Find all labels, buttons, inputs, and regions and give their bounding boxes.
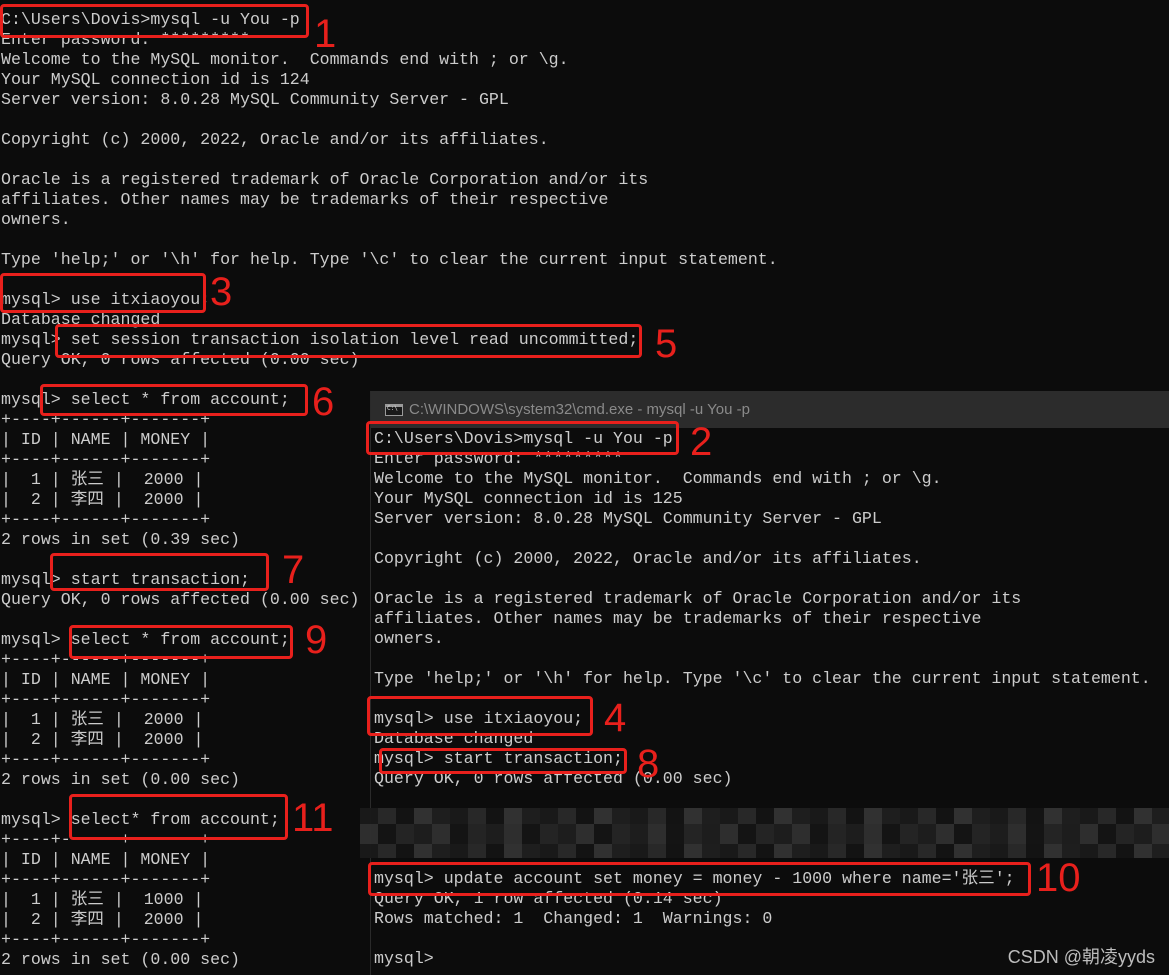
annotation-box-8 [379,748,627,774]
step-label-1: 1 [314,12,337,56]
console-line: Type 'help;' or '\h' for help. Type '\c'… [374,669,1151,688]
step-label-9: 9 [305,618,328,662]
console-line: Oracle is a registered trademark of Orac… [374,589,1022,608]
annotation-box-2 [366,421,679,455]
step-label-11: 11 [292,796,334,840]
redacted-region [360,808,1169,858]
console-line: Server version: 8.0.28 MySQL Community S… [1,90,509,109]
step-label-10: 10 [1036,856,1081,900]
window-title: C:\WINDOWS\system32\cmd.exe - mysql -u Y… [409,401,750,418]
console-line: Rows matched: 1 Changed: 1 Warnings: 0 [374,909,773,928]
annotation-box-10 [368,862,1031,896]
annotation-box-1 [0,4,309,38]
annotation-box-6 [40,384,308,416]
console-line: owners. [374,629,444,648]
cmd-icon [385,403,403,416]
step-label-8: 8 [637,742,660,786]
console-line: Welcome to the MySQL monitor. Commands e… [1,50,569,69]
annotation-box-11 [69,794,288,840]
console-line: owners. [1,210,71,229]
console-line: Your MySQL connection id is 124 [1,70,310,89]
console-line: Welcome to the MySQL monitor. Commands e… [374,469,942,488]
step-label-5: 5 [655,322,678,366]
console-line: Type 'help;' or '\h' for help. Type '\c'… [1,250,778,269]
console-line: Your MySQL connection id is 125 [374,489,683,508]
console-line: affiliates. Other names may be trademark… [1,190,609,209]
step-label-6: 6 [312,380,335,424]
console-line: Copyright (c) 2000, 2022, Oracle and/or … [374,549,922,568]
watermark: CSDN @朝凌yyds [1007,947,1155,967]
annotation-box-7 [50,553,269,591]
step-label-2: 2 [690,420,713,464]
console-line: Copyright (c) 2000, 2022, Oracle and/or … [1,130,549,149]
step-label-3: 3 [210,270,233,314]
console-line: Oracle is a registered trademark of Orac… [1,170,649,189]
annotation-box-9 [69,625,293,659]
annotation-box-4 [367,696,593,736]
console-line: affiliates. Other names may be trademark… [374,609,982,628]
step-label-4: 4 [604,696,627,740]
step-label-7: 7 [282,548,305,592]
annotation-box-3 [0,273,206,313]
console-line: Server version: 8.0.28 MySQL Community S… [374,509,882,528]
annotation-box-5 [55,324,642,358]
